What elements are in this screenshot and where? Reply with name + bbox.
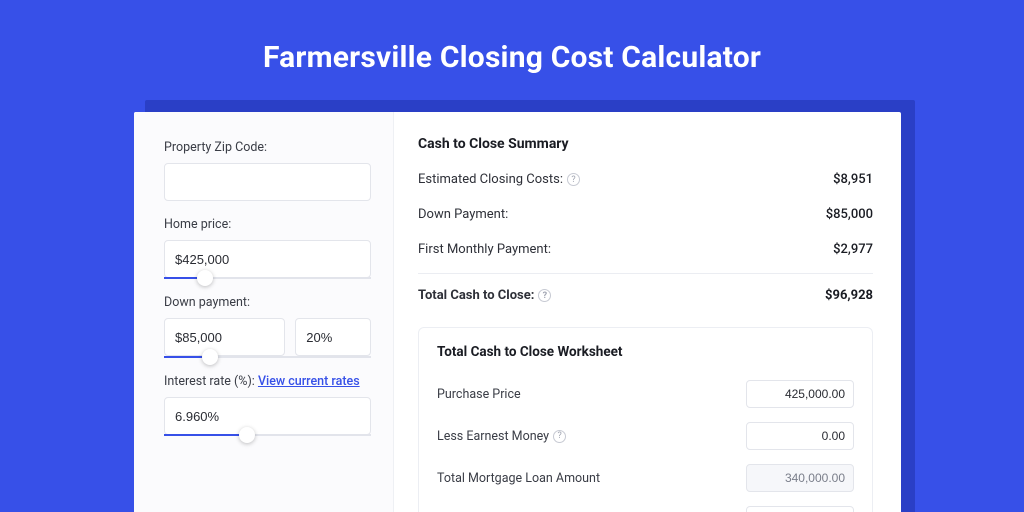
view-rates-link[interactable]: View current rates <box>258 374 360 389</box>
worksheet-row-label: Total Mortgage Loan Amount <box>437 471 600 486</box>
summary-divider <box>418 273 873 274</box>
worksheet-row: Total Second Mortgage Amount <box>437 496 854 512</box>
worksheet-row: Purchase Price <box>437 370 854 412</box>
summary-row-value: $85,000 <box>826 207 873 222</box>
worksheet-row-input <box>746 464 854 492</box>
down-payment-slider[interactable] <box>164 356 371 358</box>
home-price-slider-thumb[interactable] <box>197 270 213 286</box>
worksheet-row: Total Mortgage Loan Amount <box>437 454 854 496</box>
down-payment-slider-thumb[interactable] <box>202 349 218 365</box>
help-icon[interactable]: ? <box>538 289 551 302</box>
summary-pane: Cash to Close Summary Estimated Closing … <box>394 112 901 512</box>
summary-title: Cash to Close Summary <box>418 136 873 152</box>
summary-row: Total Cash to Close:? $96,928 <box>418 278 873 313</box>
interest-rate-label-text: Interest rate (%): <box>164 374 255 389</box>
help-icon[interactable]: ? <box>567 173 580 186</box>
summary-row-label: Down Payment: <box>418 207 508 222</box>
summary-row: Down Payment: $85,000 <box>418 197 873 232</box>
summary-row-label: First Monthly Payment: <box>418 242 551 257</box>
down-payment-input[interactable] <box>164 318 285 356</box>
worksheet-row-input[interactable] <box>746 380 854 408</box>
worksheet-card: Total Cash to Close Worksheet Purchase P… <box>418 327 873 512</box>
worksheet-row: Less Earnest Money? <box>437 412 854 454</box>
down-payment-label: Down payment: <box>164 295 371 310</box>
summary-row: First Monthly Payment: $2,977 <box>418 232 873 267</box>
summary-row: Estimated Closing Costs:? $8,951 <box>418 162 873 197</box>
interest-rate-slider-thumb[interactable] <box>239 427 255 443</box>
worksheet-title: Total Cash to Close Worksheet <box>437 344 854 360</box>
interest-rate-label: Interest rate (%): View current rates <box>164 374 371 389</box>
inputs-sidebar: Property Zip Code: Home price: Down paym… <box>134 112 394 512</box>
calculator-card: Property Zip Code: Home price: Down paym… <box>134 112 901 512</box>
home-price-slider[interactable] <box>164 277 371 279</box>
summary-row-value: $96,928 <box>825 288 873 303</box>
worksheet-row-label: Less Earnest Money <box>437 429 549 444</box>
worksheet-row-label: Purchase Price <box>437 387 521 402</box>
interest-rate-input[interactable] <box>164 397 371 435</box>
summary-row-label: Estimated Closing Costs: <box>418 172 563 187</box>
summary-row-value: $8,951 <box>833 172 873 187</box>
page-title: Farmersville Closing Cost Calculator <box>0 0 1024 99</box>
zip-input[interactable] <box>164 163 371 201</box>
down-payment-pct-input[interactable] <box>295 318 371 356</box>
zip-label: Property Zip Code: <box>164 140 371 155</box>
interest-rate-slider[interactable] <box>164 434 371 436</box>
home-price-label: Home price: <box>164 217 371 232</box>
home-price-input[interactable] <box>164 240 371 278</box>
help-icon[interactable]: ? <box>553 430 566 443</box>
summary-row-value: $2,977 <box>833 242 873 257</box>
summary-row-label: Total Cash to Close: <box>418 288 534 303</box>
worksheet-row-input[interactable] <box>746 422 854 450</box>
interest-rate-slider-fill <box>164 434 247 436</box>
worksheet-row-input[interactable] <box>746 506 854 512</box>
